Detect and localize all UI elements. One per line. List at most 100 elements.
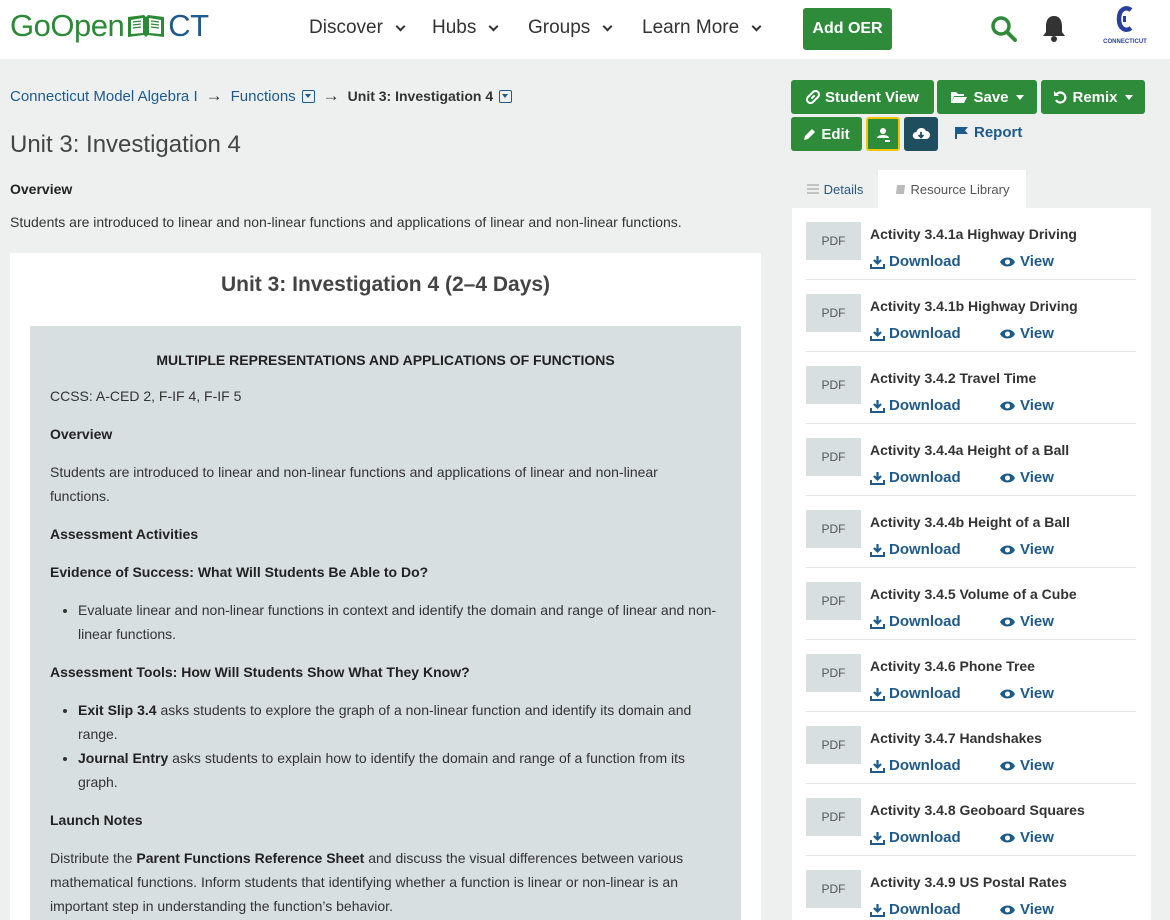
pdf-thumbnail[interactable]: PDF: [806, 294, 861, 332]
overview-paragraph: Students are introduced to linear and no…: [50, 464, 658, 504]
download-link[interactable]: Download: [870, 469, 961, 486]
pdf-thumbnail[interactable]: PDF: [806, 726, 861, 764]
view-label: View: [1020, 829, 1054, 846]
student-view-button[interactable]: Student View: [791, 80, 934, 114]
view-label: View: [1020, 325, 1054, 342]
dropdown-toggle-icon[interactable]: [301, 89, 315, 103]
pdf-thumbnail[interactable]: PDF: [806, 582, 861, 620]
resource-item: PDF Activity 3.4.6 Phone Tree Download V…: [806, 640, 1136, 712]
connecticut-logo-icon: [1116, 6, 1133, 32]
link-icon: [806, 90, 821, 104]
nav-learn-more[interactable]: Learn More: [642, 17, 762, 39]
download-label: Download: [889, 469, 961, 486]
resource-item: PDF Activity 3.4.8 Geoboard Squares Down…: [806, 784, 1136, 856]
view-label: View: [1020, 397, 1054, 414]
resource-item: PDF Activity 3.4.4b Height of a Ball Dow…: [806, 496, 1136, 568]
download-label: Download: [889, 541, 961, 558]
view-link[interactable]: View: [999, 541, 1054, 558]
resource-item: PDF Activity 3.4.2 Travel Time Download …: [806, 352, 1136, 424]
download-link[interactable]: Download: [870, 613, 961, 630]
nav-groups[interactable]: Groups: [528, 17, 613, 39]
caret-down-icon: [1015, 94, 1024, 100]
report-link[interactable]: Report: [954, 124, 1022, 141]
assessment-heading: Assessment Activities: [50, 526, 199, 542]
download-link[interactable]: Download: [870, 757, 961, 774]
avatar[interactable]: CONNECTICUT: [1100, 6, 1150, 48]
chevron-down-icon: [602, 21, 613, 31]
list-item: Evaluate linear and non-linear functions…: [78, 598, 721, 646]
resource-title: Activity 3.4.4a Height of a Ball: [870, 442, 1070, 458]
eye-icon: [1000, 545, 1015, 554]
search-icon[interactable]: [990, 15, 1018, 43]
content-card: Unit 3: Investigation 4 (2–4 Days) MULTI…: [10, 253, 761, 920]
tab-resource-library[interactable]: Resource Library: [878, 170, 1026, 208]
report-label: Report: [974, 124, 1023, 141]
launch-text: Distribute the: [50, 850, 137, 866]
download-icon: [870, 687, 885, 701]
view-link[interactable]: View: [999, 325, 1054, 342]
pdf-thumbnail[interactable]: PDF: [806, 438, 861, 476]
resource-title: Activity 3.4.1b Highway Driving: [870, 298, 1078, 314]
pdf-thumbnail[interactable]: PDF: [806, 366, 861, 404]
save-button[interactable]: Save: [937, 80, 1037, 114]
ccss-standards: CCSS: A-CED 2, F-IF 4, F-IF 5: [50, 388, 242, 404]
download-icon: [870, 471, 885, 485]
nav-hubs[interactable]: Hubs: [432, 17, 499, 39]
view-link[interactable]: View: [999, 901, 1054, 918]
download-icon: [870, 615, 885, 629]
nav-label: Learn More: [642, 17, 740, 38]
chevron-down-icon: [488, 21, 499, 31]
undo-icon: [1054, 91, 1067, 104]
download-link[interactable]: Download: [870, 685, 961, 702]
download-link[interactable]: Download: [870, 829, 961, 846]
download-link[interactable]: Download: [870, 325, 961, 342]
tab-details[interactable]: Details: [792, 170, 878, 208]
view-link[interactable]: View: [999, 757, 1054, 774]
flag-icon: [955, 126, 968, 139]
download-icon: [870, 327, 885, 341]
view-link[interactable]: View: [999, 613, 1054, 630]
view-link[interactable]: View: [999, 469, 1054, 486]
google-classroom-button[interactable]: [866, 117, 900, 151]
resource-item: PDF Activity 3.4.1b Highway Driving Down…: [806, 280, 1136, 352]
breadcrumb-item-unit[interactable]: Functions: [231, 88, 296, 105]
view-link[interactable]: View: [999, 829, 1054, 846]
download-link[interactable]: Download: [870, 901, 961, 918]
chevron-down-icon: [395, 21, 406, 31]
nav-label: Hubs: [432, 17, 477, 38]
logo-text-ct: CT: [168, 8, 209, 43]
list-item: Exit Slip 3.4 asks students to explore t…: [78, 698, 705, 746]
download-link[interactable]: Download: [870, 397, 961, 414]
pdf-thumbnail[interactable]: PDF: [806, 798, 861, 836]
download-icon: [870, 255, 885, 269]
download-link[interactable]: Download: [870, 253, 961, 270]
view-link[interactable]: View: [999, 253, 1054, 270]
reference-sheet-name: Parent Functions Reference Sheet: [136, 850, 365, 866]
view-link[interactable]: View: [999, 685, 1054, 702]
edit-button[interactable]: Edit: [791, 117, 862, 151]
dropdown-toggle-icon[interactable]: [499, 89, 513, 103]
breadcrumb-item-course[interactable]: Connecticut Model Algebra I: [10, 88, 198, 105]
download-cloud-button[interactable]: [904, 117, 938, 151]
view-link[interactable]: View: [999, 397, 1054, 414]
resource-title: Activity 3.4.9 US Postal Rates: [870, 874, 1067, 890]
add-oer-button[interactable]: Add OER: [803, 8, 892, 50]
pdf-thumbnail[interactable]: PDF: [806, 222, 861, 260]
remix-button[interactable]: Remix: [1041, 80, 1145, 114]
list-item: Journal Entry asks students to explain h…: [78, 746, 705, 794]
pdf-thumbnail[interactable]: PDF: [806, 870, 861, 908]
tool-name: Exit Slip 3.4: [78, 702, 157, 718]
breadcrumb-item-current: Unit 3: Investigation 4: [347, 88, 494, 104]
eye-icon: [1000, 257, 1015, 266]
eye-icon: [1000, 473, 1015, 482]
pdf-thumbnail[interactable]: PDF: [806, 654, 861, 692]
chevron-down-icon: [751, 21, 762, 31]
download-link[interactable]: Download: [870, 541, 961, 558]
eye-icon: [1000, 833, 1015, 842]
tools-heading: Assessment Tools: How Will Students Show…: [50, 664, 470, 680]
goopenct-logo[interactable]: GoOpen CT: [10, 8, 209, 44]
nav-discover[interactable]: Discover: [309, 17, 406, 39]
pdf-thumbnail[interactable]: PDF: [806, 510, 861, 548]
bell-icon[interactable]: [1041, 14, 1067, 42]
evidence-heading: Evidence of Success: What Will Students …: [50, 564, 429, 580]
